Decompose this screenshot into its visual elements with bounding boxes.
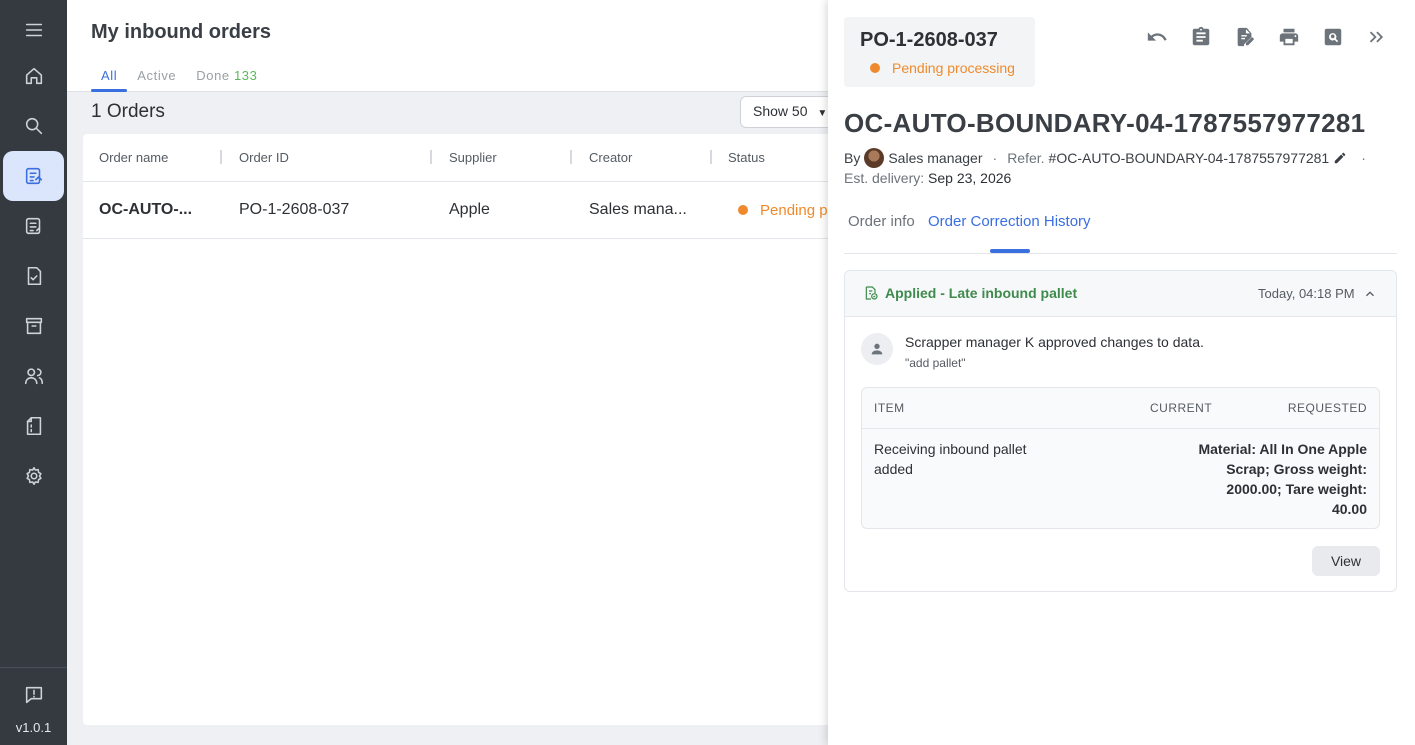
- undo-icon[interactable]: [1146, 26, 1168, 48]
- approval-note: "add pallet": [905, 356, 966, 370]
- separator: ·: [992, 150, 998, 166]
- column-header-order-id[interactable]: Order ID: [239, 150, 289, 165]
- row-divider: [83, 238, 843, 239]
- by-label: By: [844, 150, 861, 166]
- change-item: Receiving inbound pallet added: [874, 441, 1027, 477]
- tab-done-count: 133: [233, 68, 258, 83]
- creator-name: Sales manager: [888, 150, 983, 166]
- applied-document-icon: [865, 286, 878, 300]
- delivery-label: Est. delivery:: [844, 170, 925, 186]
- inbound-orders-icon[interactable]: [3, 151, 64, 201]
- page-size-label: Show 50: [753, 103, 808, 119]
- header-divider: [83, 181, 843, 182]
- column-divider: [220, 150, 222, 164]
- tab-active[interactable]: Active: [127, 66, 186, 89]
- menu-icon[interactable]: [3, 5, 64, 55]
- cell-order-name: OC-AUTO-...: [99, 201, 193, 218]
- main-content: My inbound orders All Active Done 133 1 …: [67, 0, 850, 745]
- tab-all[interactable]: All: [91, 66, 128, 92]
- gear-icon[interactable]: [3, 451, 64, 501]
- home-icon[interactable]: [3, 51, 64, 101]
- order-name-heading: OC-AUTO-BOUNDARY-04-1787557977281: [844, 108, 1366, 138]
- sidebar-footer: v1.0.1: [0, 667, 67, 745]
- column-header-status[interactable]: Status: [728, 150, 765, 165]
- view-button[interactable]: View: [1312, 546, 1380, 576]
- column-divider: [570, 150, 572, 164]
- users-icon[interactable]: [3, 351, 64, 401]
- pencil-icon[interactable]: [1333, 151, 1347, 165]
- approver-name: Scrapper manager K: [905, 334, 1035, 350]
- caret-down-icon: ▼: [817, 108, 828, 119]
- preview-icon[interactable]: [1322, 26, 1344, 48]
- tab-active-label: Active: [137, 68, 177, 83]
- page-title: My inbound orders: [91, 21, 271, 43]
- status-dot: [738, 205, 748, 215]
- reference-value: #OC-AUTO-BOUNDARY-04-1787557977281: [1048, 150, 1330, 166]
- column-header-item: ITEM: [874, 401, 905, 415]
- tab-all-label: All: [101, 68, 118, 83]
- column-header-requested: REQUESTED: [1287, 401, 1367, 415]
- page-header: My inbound orders All Active Done 133: [67, 0, 837, 92]
- column-header-current: CURRENT: [1150, 401, 1213, 415]
- change-requested: Material: All In One Apple Scrap; Gross …: [1198, 441, 1367, 517]
- app-version: v1.0.1: [15, 720, 52, 735]
- avatar: [864, 148, 885, 168]
- reference-label: Refer.: [1007, 150, 1045, 166]
- print-icon[interactable]: [1278, 26, 1300, 48]
- approval-text: approved changes to data.: [1038, 334, 1204, 350]
- status-badge: Pending processing: [870, 60, 1015, 76]
- delivery-date: Sep 23, 2026: [928, 170, 1012, 186]
- column-divider: [430, 150, 432, 164]
- column-divider: [710, 150, 712, 164]
- column-header-supplier[interactable]: Supplier: [449, 150, 497, 165]
- status-dot: [870, 63, 880, 73]
- checklist-icon[interactable]: [3, 251, 64, 301]
- delivery-info: Est. delivery: Sep 23, 2026: [844, 170, 1011, 186]
- orders-table: Order name Order ID Supplier Creator Sta…: [83, 134, 843, 725]
- outbound-orders-icon[interactable]: [3, 201, 64, 251]
- order-meta: By Sales manager · Refer. #OC-AUTO-BOUND…: [844, 148, 1366, 168]
- tab-done[interactable]: Done 133: [186, 66, 267, 89]
- panel-tabs: Order info Order Correction History: [844, 213, 1397, 254]
- changes-header-divider: [862, 428, 1379, 429]
- collapse-panel-icon[interactable]: [1366, 26, 1388, 48]
- orders-count: 1 Orders: [91, 101, 165, 122]
- po-number: PO-1-2608-037: [860, 29, 998, 51]
- user-avatar: [861, 333, 893, 365]
- column-header-order-name[interactable]: Order name: [99, 150, 168, 165]
- correction-time: Today, 04:18 PM: [1258, 286, 1355, 301]
- cell-status-text: Pending pr: [760, 202, 833, 219]
- tab-order-info[interactable]: Order info: [848, 213, 915, 230]
- sidebar: v1.0.1: [0, 0, 67, 745]
- chevron-up-icon[interactable]: [1363, 287, 1377, 301]
- tab-done-label: Done: [196, 68, 230, 83]
- cell-supplier: Apple: [449, 201, 490, 218]
- archive-icon[interactable]: [3, 301, 64, 351]
- cell-status: Pending pr: [738, 202, 833, 219]
- approval-message: Scrapper manager K approved changes to d…: [905, 334, 1204, 350]
- document-icon[interactable]: [3, 401, 64, 451]
- correction-card-header[interactable]: Applied - Late inbound pallet Today, 04:…: [845, 271, 1396, 317]
- tab-order-correction-history[interactable]: Order Correction History: [928, 213, 1091, 230]
- order-detail-panel: PO-1-2608-037 Pending processing OC-AUTO…: [828, 0, 1415, 745]
- correction-title: Applied - Late inbound pallet: [885, 285, 1078, 301]
- changes-table: ITEM CURRENT REQUESTED Receiving inbound…: [861, 387, 1380, 529]
- active-tab-indicator: [990, 249, 1030, 253]
- feedback-icon[interactable]: [3, 670, 64, 720]
- cell-order-id: PO-1-2608-037: [239, 201, 350, 218]
- search-icon[interactable]: [3, 101, 64, 151]
- person-icon: [871, 343, 883, 355]
- status-text: Pending processing: [892, 60, 1015, 76]
- separator: ·: [1361, 150, 1366, 166]
- clipboard-icon[interactable]: [1190, 26, 1212, 48]
- correction-card: Applied - Late inbound pallet Today, 04:…: [844, 270, 1397, 592]
- order-tabs: All Active Done 133: [91, 66, 267, 92]
- column-header-creator[interactable]: Creator: [589, 150, 632, 165]
- po-summary: PO-1-2608-037 Pending processing: [844, 17, 1035, 87]
- cell-creator: Sales mana...: [589, 201, 687, 218]
- edit-document-icon[interactable]: [1234, 26, 1256, 48]
